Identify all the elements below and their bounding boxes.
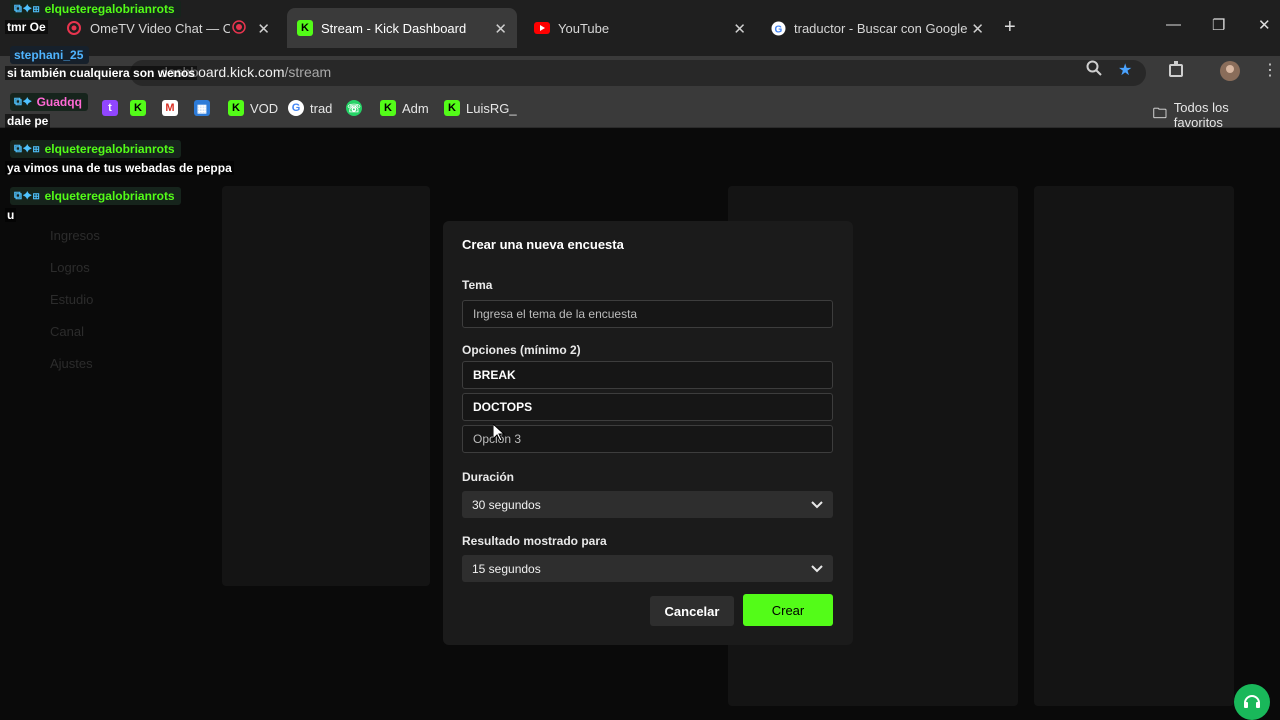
gmail-icon: M: [162, 100, 178, 116]
kick-favicon-icon: K: [297, 20, 313, 36]
cancel-button[interactable]: Cancelar: [650, 596, 734, 626]
chat-badges-icon: ⧉✦⊞: [14, 189, 41, 202]
tab-label: Stream - Kick Dashboard: [321, 20, 467, 36]
chat-badges-icon: ⧉✦: [14, 95, 33, 108]
bookmark-luisrg[interactable]: K LuisRG_: [444, 100, 517, 116]
kick-icon: K: [380, 100, 396, 116]
result-duration-select[interactable]: 15 segundos: [462, 555, 833, 582]
app-bookmark[interactable]: ▦: [194, 100, 216, 116]
topic-label: Tema: [462, 278, 493, 292]
extensions-puzzle-icon[interactable]: [1168, 60, 1186, 83]
google-icon: G: [288, 100, 304, 116]
grid-app-icon: ▦: [194, 100, 210, 116]
whatsapp-icon: ☏: [346, 100, 362, 116]
chat-username: ⧉✦⊞ elqueteregalobrianrots: [10, 0, 181, 18]
svg-text:G: G: [774, 24, 782, 35]
close-tab-icon[interactable]: ✕: [494, 20, 507, 38]
nav-ajustes: Ajustes: [50, 356, 93, 371]
topic-input[interactable]: Ingresa el tema de la encuesta: [462, 300, 833, 328]
result-duration-label: Resultado mostrado para: [462, 534, 607, 548]
ometv-favicon-icon: [66, 20, 82, 36]
duration-select[interactable]: 30 segundos: [462, 491, 833, 518]
chat-username: ⧉✦ Guadqq: [10, 93, 88, 111]
session-panel: [222, 186, 430, 586]
close-tab-icon[interactable]: ✕: [257, 20, 270, 38]
all-bookmarks[interactable]: 🗀 Todos los favoritos: [1152, 100, 1280, 130]
chat-message: si también cualquiera son wenos: [5, 66, 198, 80]
twitch-icon: t: [102, 100, 118, 116]
chevron-down-icon: [811, 500, 823, 508]
mouse-cursor-icon: [492, 422, 506, 447]
stream-info-panel: [1034, 186, 1234, 706]
bookmark-vod[interactable]: K VOD: [228, 100, 278, 116]
nav-estudio: Estudio: [50, 292, 94, 307]
chevron-down-icon: [811, 564, 823, 572]
options-label: Opciones (mínimo 2): [462, 343, 581, 357]
create-poll-button[interactable]: Crear: [743, 594, 833, 626]
bookmark-adm[interactable]: K Adm: [380, 100, 429, 116]
chat-username: stephani_25: [10, 46, 90, 64]
google-favicon-icon: G: [770, 20, 786, 36]
kick-icon: K: [444, 100, 460, 116]
chat-username: ⧉✦⊞ elqueteregalobrianrots: [10, 140, 181, 158]
option-1-input[interactable]: BREAK: [462, 361, 833, 389]
nav-logros: Logros: [50, 260, 90, 275]
tab-kick-dashboard[interactable]: K Stream - Kick Dashboard ✕: [287, 8, 517, 48]
gmail-bookmark[interactable]: M: [162, 100, 184, 116]
zoom-search-icon[interactable]: [1086, 60, 1102, 81]
option-3-input[interactable]: Opción 3: [462, 425, 833, 453]
duration-label: Duración: [462, 470, 515, 484]
chat-badges-icon: ⧉✦⊞: [14, 2, 41, 15]
tab-label: YouTube: [558, 20, 610, 36]
tab-label: traductor - Buscar con Google: [794, 20, 968, 36]
chat-message: u: [5, 208, 17, 222]
minimize-icon[interactable]: —: [1166, 16, 1181, 33]
chat-badges-icon: ⧉✦⊞: [14, 142, 41, 155]
chat-message: ya vimos una de tus webadas de peppa: [5, 161, 234, 175]
kick-bookmark[interactable]: K: [130, 100, 152, 116]
folder-icon: 🗀: [1152, 105, 1167, 121]
tab-google-translate[interactable]: G traductor - Buscar con Google ✕: [760, 8, 994, 48]
headset-icon: [1244, 695, 1260, 708]
close-tab-icon[interactable]: ✕: [971, 20, 984, 38]
profile-avatar[interactable]: [1220, 61, 1240, 86]
recording-icon: [232, 20, 246, 37]
help-support-button[interactable]: [1234, 684, 1270, 720]
kick-icon: K: [228, 100, 244, 116]
chat-message: tmr Oe: [5, 20, 48, 34]
nav-canal: Canal: [50, 324, 84, 339]
restore-window-icon[interactable]: ❐: [1212, 16, 1225, 34]
duration-value: 30 segundos: [472, 497, 541, 512]
bookmarks-bar: [0, 90, 1280, 128]
new-tab-plus-icon[interactable]: +: [1004, 16, 1016, 39]
bookmark-trad[interactable]: Gtrad: [288, 100, 332, 116]
nav-ingresos: Ingresos: [50, 228, 100, 243]
close-tab-icon[interactable]: ✕: [733, 20, 746, 38]
chat-username: ⧉✦⊞ elqueteregalobrianrots: [10, 187, 181, 205]
result-duration-value: 15 segundos: [472, 561, 541, 576]
chat-message: dale pe: [5, 114, 51, 128]
option-2-input[interactable]: DOCTOPS: [462, 393, 833, 421]
browser-menu-icon[interactable]: ⋮: [1262, 60, 1278, 80]
twitch-bookmark[interactable]: t: [102, 100, 124, 116]
whatsapp-bookmark[interactable]: ☏: [346, 100, 368, 116]
youtube-favicon-icon: [534, 20, 550, 36]
close-window-icon[interactable]: ✕: [1258, 16, 1271, 34]
tab-youtube[interactable]: YouTube ✕: [524, 8, 756, 48]
modal-title: Crear una nueva encuesta: [462, 237, 624, 252]
kick-icon: K: [130, 100, 146, 116]
tab-label: OmeTV Video Chat — Ome: [90, 20, 230, 36]
bookmark-star-icon[interactable]: ★: [1118, 60, 1132, 80]
